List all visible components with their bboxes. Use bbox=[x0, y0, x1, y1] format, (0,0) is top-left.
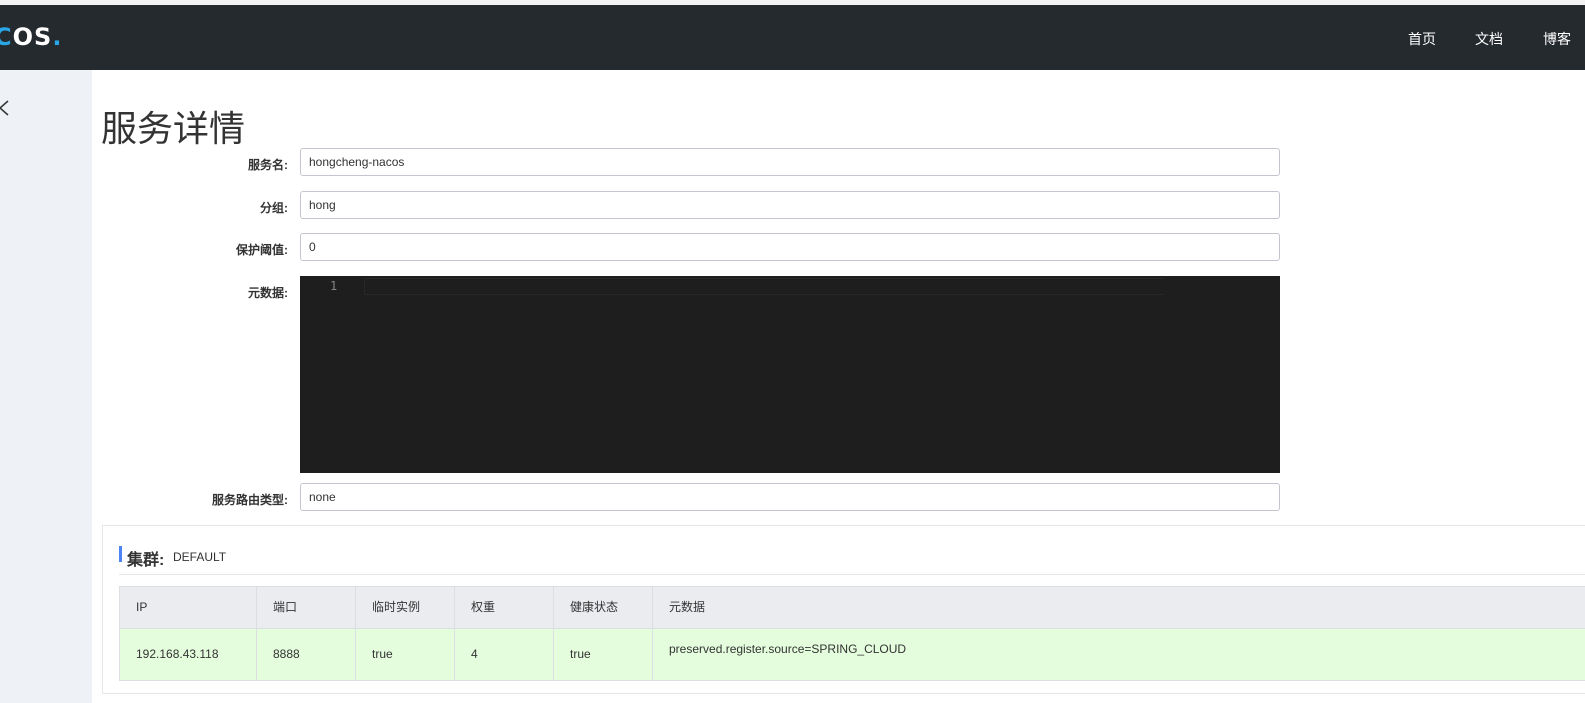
logo-o-glyph: O bbox=[12, 23, 35, 51]
cluster-label: 集群: bbox=[127, 552, 165, 569]
service-name-field[interactable]: hongcheng-nacos bbox=[300, 148, 1280, 176]
protect-threshold-field[interactable]: 0 bbox=[300, 233, 1280, 261]
cell-healthy: true bbox=[554, 629, 653, 680]
nav-docs[interactable]: 文档 bbox=[1475, 29, 1503, 49]
route-type-label: 服务路由类型: bbox=[212, 493, 288, 507]
metadata-label: 元数据: bbox=[248, 286, 288, 300]
group-field[interactable]: hong bbox=[300, 191, 1280, 219]
route-type-field[interactable]: none bbox=[300, 483, 1280, 511]
cluster-divider bbox=[119, 574, 1585, 575]
protect-threshold-label: 保护阈值: bbox=[236, 243, 288, 257]
page-title: 服务详情 bbox=[101, 108, 246, 149]
logo-s-glyph: S bbox=[34, 23, 53, 51]
nav-blog[interactable]: 博客 bbox=[1543, 29, 1571, 49]
editor-line-number: 1 bbox=[330, 279, 338, 293]
cell-port: 8888 bbox=[257, 629, 356, 680]
table-row: 192.168.43.118 8888 true 4 true preserve… bbox=[119, 629, 1585, 681]
cluster-name: DEFAULT bbox=[173, 550, 227, 564]
editor-current-line bbox=[364, 278, 1164, 295]
column-header-port: 端口 bbox=[257, 587, 356, 628]
cell-weight: 4 bbox=[455, 629, 554, 680]
group-label: 分组: bbox=[260, 201, 288, 215]
nacos-logo[interactable]: COS. bbox=[0, 23, 62, 51]
cluster-accent-bar bbox=[119, 546, 122, 562]
cluster-card: 集群: DEFAULT IP 端口 临时实例 权重 健康状态 元数据 192.1… bbox=[102, 525, 1585, 694]
column-header-weight: 权重 bbox=[455, 587, 554, 628]
sidebar bbox=[0, 70, 92, 703]
table-header: IP 端口 临时实例 权重 健康状态 元数据 bbox=[119, 586, 1585, 629]
nav-home[interactable]: 首页 bbox=[1408, 29, 1436, 49]
logo-c-glyph: C bbox=[0, 23, 13, 51]
column-header-ip: IP bbox=[120, 587, 257, 628]
column-header-healthy: 健康状态 bbox=[554, 587, 653, 628]
cell-ip: 192.168.43.118 bbox=[120, 629, 257, 680]
logo-dot: . bbox=[52, 23, 63, 51]
cell-ephemeral: true bbox=[356, 629, 455, 680]
column-header-ephemeral: 临时实例 bbox=[356, 587, 455, 628]
cell-metadata: preserved.register.source=SPRING_CLOUD bbox=[669, 642, 907, 656]
column-header-metadata: 元数据 bbox=[669, 600, 706, 614]
top-header: COS. 首页 文档 博客 bbox=[0, 5, 1585, 70]
service-name-label: 服务名: bbox=[248, 158, 288, 172]
chevron-left-icon[interactable] bbox=[0, 98, 14, 118]
metadata-code-editor[interactable]: 1 bbox=[300, 276, 1280, 473]
